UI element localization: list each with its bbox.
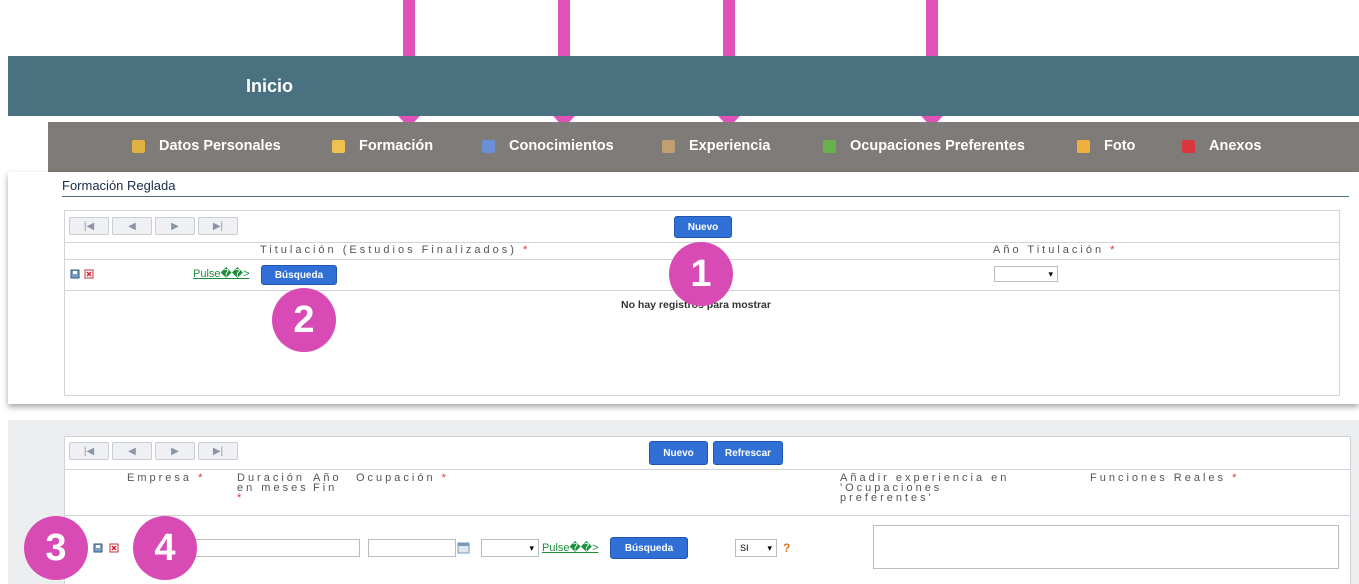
required-mark: * — [237, 492, 245, 504]
pulse-link[interactable]: Pulse��> — [193, 267, 250, 280]
nav-item-label: Anexos — [1209, 138, 1262, 154]
nav-item-ocupaciones-preferentes[interactable]: Ocupaciones Preferentes — [823, 138, 1025, 154]
nav-item-label: Formación — [359, 138, 434, 154]
col-header-anio: Año Titulación * — [993, 244, 1118, 256]
last-page-button[interactable]: ▶| — [198, 217, 238, 235]
required-mark: * — [441, 472, 449, 484]
next-page-button[interactable]: ▶ — [155, 442, 195, 460]
col-header-label: Añadir experiencia en 'Ocupaciones prefe… — [840, 472, 1010, 504]
help-icon[interactable]: ? — [783, 541, 790, 555]
col-header-label: Empresa — [127, 472, 193, 484]
required-mark: * — [1232, 472, 1240, 484]
nav-item-label: Conocimientos — [509, 138, 614, 154]
prev-page-button[interactable]: ◀ — [112, 442, 152, 460]
busqueda-button[interactable]: Búsqueda — [610, 537, 688, 559]
first-page-button[interactable]: |◀ — [69, 442, 109, 460]
pager: |◀ ◀ ▶ ▶| — [69, 442, 238, 460]
required-mark: * — [1110, 244, 1118, 256]
refrescar-button[interactable]: Refrescar — [713, 441, 783, 465]
nuevo-button[interactable]: Nuevo — [649, 441, 708, 465]
last-page-button[interactable]: ▶| — [198, 442, 238, 460]
top-header-bar: Inicio — [8, 56, 1359, 116]
nav-item-label: Foto — [1104, 138, 1136, 154]
col-header-label: Duración en meses — [237, 472, 309, 494]
col-header-label: Año Fin — [313, 472, 342, 494]
pencil-icon — [332, 139, 345, 153]
col-header-empresa: Empresa * — [127, 472, 206, 484]
funciones-textarea[interactable] — [873, 525, 1339, 569]
prev-page-button[interactable]: ◀ — [112, 217, 152, 235]
callout-badge-1: 1 — [669, 242, 733, 306]
delete-row-icon[interactable] — [84, 269, 94, 279]
section-divider — [62, 196, 1349, 197]
photo-icon — [1077, 139, 1090, 153]
book-icon — [482, 139, 495, 153]
nav-item-conocimientos[interactable]: Conocimientos — [482, 138, 614, 154]
attachment-icon — [1182, 139, 1195, 153]
required-mark: * — [523, 244, 531, 256]
worker-icon — [662, 139, 675, 153]
header-divider — [65, 469, 1350, 470]
header-bottom-divider — [65, 515, 1350, 516]
save-row-icon[interactable] — [70, 269, 80, 279]
col-header-anadir: Añadir experiencia en 'Ocupaciones prefe… — [840, 472, 1010, 504]
col-header-label: Año Titulación — [993, 244, 1105, 256]
col-header-funciones: Funciones Reales * — [1090, 472, 1240, 484]
anio-fin-select[interactable]: ▾ — [481, 539, 539, 557]
col-header-ocupacion: Ocupación * — [356, 472, 449, 484]
callout-badge-2: 2 — [272, 288, 336, 352]
duracion-input[interactable] — [368, 539, 456, 557]
calendar-icon[interactable] — [457, 541, 470, 554]
first-page-button[interactable]: |◀ — [69, 217, 109, 235]
nav-item-foto[interactable]: Foto — [1077, 138, 1135, 154]
anio-select[interactable]: ▾ — [994, 266, 1058, 282]
pulse-link[interactable]: Pulse��> — [542, 541, 599, 554]
section-nav-bar: Datos Personales Formación Conocimientos… — [48, 122, 1359, 172]
col-header-label: Titulación (Estudios Finalizados) — [260, 244, 517, 256]
busqueda-button[interactable]: Búsqueda — [261, 265, 337, 285]
nav-item-experiencia[interactable]: Experiencia — [662, 138, 770, 154]
col-header-titulacion: Titulación (Estudios Finalizados) * — [260, 244, 531, 256]
nav-item-anexos[interactable]: Anexos — [1182, 138, 1261, 154]
nav-item-label: Datos Personales — [159, 138, 281, 154]
col-header-anio-fin: Año Fin — [313, 472, 342, 494]
nav-item-datos-personales[interactable]: Datos Personales — [132, 138, 281, 154]
nuevo-button[interactable]: Nuevo — [674, 216, 732, 238]
anadir-experiencia-select[interactable]: SI ▾ — [735, 539, 777, 557]
select-value: SI — [740, 543, 749, 553]
save-row-icon[interactable] — [93, 543, 103, 553]
nav-item-formacion[interactable]: Formación — [332, 138, 433, 154]
pager: |◀ ◀ ▶ ▶| — [69, 217, 238, 235]
col-header-label: Ocupación — [356, 472, 436, 484]
next-page-button[interactable]: ▶ — [155, 217, 195, 235]
required-mark: * — [198, 472, 206, 484]
home-title[interactable]: Inicio — [246, 76, 293, 97]
delete-row-icon[interactable] — [109, 543, 119, 553]
section-title: Formación Reglada — [62, 178, 176, 193]
experiencia-grid: |◀ ◀ ▶ ▶| Nuevo Refrescar Empresa * Dura… — [64, 436, 1351, 584]
nav-item-label: Experiencia — [689, 138, 771, 154]
col-header-duracion: Duración en meses * — [237, 472, 309, 504]
nav-item-label: Ocupaciones Preferentes — [850, 138, 1025, 154]
callout-badge-4: 4 — [133, 516, 197, 580]
briefcase-add-icon — [823, 139, 836, 153]
experiencia-panel: |◀ ◀ ▶ ▶| Nuevo Refrescar Empresa * Dura… — [8, 420, 1359, 584]
col-header-label: Funciones Reales — [1090, 472, 1227, 484]
callout-badge-3: 3 — [24, 516, 88, 580]
user-card-icon — [132, 139, 145, 153]
